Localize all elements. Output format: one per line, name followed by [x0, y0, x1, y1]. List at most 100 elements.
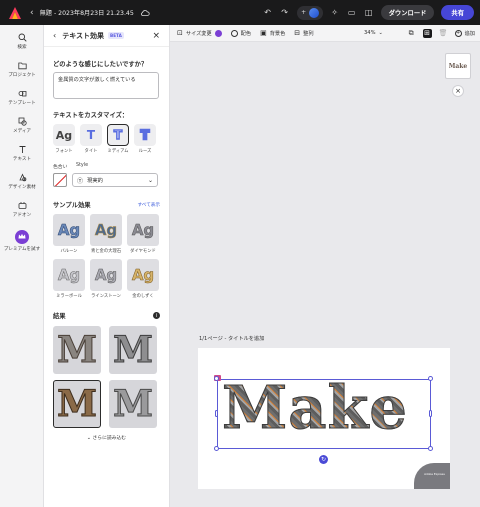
top-bar: ‹ 無題 - 2023年8月23日 21.23.45 ↶ ↷ + ✧ ▭ ◫ ダ… [0, 0, 480, 25]
close-thumbnails-icon[interactable]: × [452, 85, 464, 97]
arrange-icon: ⊟ [294, 29, 301, 37]
resize-icon: ⊡ [177, 29, 183, 37]
style-option-label: ルーズ [138, 149, 152, 154]
resize-handle-br[interactable] [428, 446, 433, 451]
add-person-icon: + [301, 9, 307, 16]
sample-balloon[interactable]: Ag バルーン [53, 214, 85, 254]
rail-item-media[interactable]: メディア [0, 117, 44, 134]
info-icon[interactable]: i [153, 312, 160, 319]
back-icon[interactable]: ‹ [30, 8, 34, 18]
trash-icon[interactable]: 🗑 [439, 29, 448, 38]
color-label: 色合い [53, 165, 68, 170]
sample-label: 青と金の大理石 [90, 249, 122, 254]
result-option-2[interactable]: M [109, 326, 157, 374]
close-icon[interactable]: × [152, 31, 160, 41]
rail-item-addons[interactable]: アドオン [0, 201, 44, 218]
rail-item-templates[interactable]: テンプレート [0, 89, 44, 106]
adobe-express-logo-icon[interactable] [8, 6, 22, 20]
rail-item-design-assets[interactable]: デザイン素材 [0, 173, 44, 190]
arrange-button[interactable]: ⊟ 整列 [294, 29, 313, 37]
cloud-sync-icon [140, 9, 150, 16]
result-glyph: M [113, 329, 154, 371]
resize-handle-left[interactable] [215, 410, 218, 417]
color-style-controls: Ⓣ 現実的 ⌄ [53, 173, 160, 187]
style-option-tight[interactable]: T タイト [80, 124, 102, 154]
customize-label: テキストをカスタマイズ： [53, 112, 129, 119]
templates-icon [18, 91, 26, 97]
sample-label: ミラーボール [56, 294, 82, 299]
resize-button[interactable]: ⊡ サイズ変更 [177, 29, 222, 37]
style-option-font[interactable]: Ag フォント [53, 124, 75, 154]
result-glyph: M [57, 383, 98, 425]
add-page-button[interactable]: + 追加 [454, 29, 475, 37]
sample-thumb: Ag [127, 259, 159, 291]
loose-glyph: T [140, 127, 151, 144]
style-label: Style [76, 163, 89, 168]
result-option-1[interactable]: M [53, 326, 101, 374]
panel-back-icon[interactable]: ‹ [53, 31, 56, 40]
redo-icon[interactable]: ↷ [280, 8, 290, 18]
panel-header: ‹ テキスト効果 BETA × [44, 25, 169, 47]
color-style-labels: 色合い Style [53, 163, 160, 170]
zoom-value: 34% [364, 30, 376, 36]
rail-item-text[interactable]: テキスト [0, 145, 44, 162]
style-select[interactable]: Ⓣ 現実的 ⌄ [72, 173, 158, 187]
style-option-loose[interactable]: T ルーズ [134, 124, 156, 154]
result-option-4[interactable]: M [109, 380, 157, 428]
comment-icon[interactable]: ▭ [347, 8, 357, 18]
duplicate-icon[interactable]: ⧉ [407, 29, 416, 38]
color-scheme-button[interactable]: 配色 [230, 29, 251, 37]
sample-thumb: Ag [90, 214, 122, 246]
tight-preview: T [80, 124, 102, 146]
sample-rhinestone[interactable]: Ag ラインストーン [90, 259, 122, 299]
background-color-button[interactable]: ▣ 背景色 [260, 29, 285, 37]
crown-icon [15, 230, 29, 244]
rail-label: アドオン [12, 213, 32, 218]
medium-glyph: T [113, 127, 123, 143]
font-glyph: Ag [55, 128, 73, 142]
collaborators-button[interactable]: + [296, 5, 323, 20]
page-thumbnail[interactable]: Make [445, 53, 471, 79]
design-canvas[interactable]: Make ↻ Adobe Express [198, 348, 450, 489]
document-title[interactable]: 無題 - 2023年8月23日 21.23.45 [40, 8, 134, 17]
text-icon [19, 146, 25, 153]
rail-item-search[interactable]: 検索 [0, 33, 44, 50]
show-all-link[interactable]: すべて表示 [138, 202, 160, 208]
resize-handle-bl[interactable] [214, 446, 219, 451]
medium-preview: T [107, 124, 129, 146]
addons-icon [18, 202, 26, 209]
zoom-control[interactable]: 34% ⌄ [364, 30, 383, 36]
undo-icon[interactable]: ↶ [263, 8, 273, 18]
sample-blue-gold-marble[interactable]: Ag 青と金の大理石 [90, 214, 122, 254]
style-option-medium[interactable]: T ミディアム [107, 124, 129, 154]
rail-item-projects[interactable]: プロジェクト [0, 61, 44, 78]
search-icon [18, 33, 27, 42]
result-option-3[interactable]: M [53, 380, 101, 428]
beta-badge: BETA [108, 32, 124, 39]
sample-thumb: Ag [90, 259, 122, 291]
page-label[interactable]: 1/1ページ - タイトルを追加 [199, 335, 264, 342]
pages-icon[interactable]: ⊞ [422, 28, 432, 38]
left-rail: 検索 プロジェクト テンプレート メディア テキスト デザイン素材 アドオン プ… [0, 25, 44, 507]
resize-handle-tl[interactable] [214, 376, 219, 381]
sample-gold-drops[interactable]: Ag 金のしずく [127, 259, 159, 299]
rail-label: 検索 [17, 45, 27, 50]
load-more-button[interactable]: ⌄ さらに読み込む [53, 434, 160, 441]
prompt-label: どのような感じにしたいですか？ [53, 61, 148, 68]
sample-mirror-ball[interactable]: Ag ミラーボール [53, 259, 85, 299]
arrange-label: 整列 [303, 30, 314, 37]
sample-diamond[interactable]: Ag ダイヤモンド [127, 214, 159, 254]
color-swatch-none[interactable] [53, 173, 67, 187]
resize-handle-right[interactable] [429, 410, 432, 417]
sample-label: ラインストーン [91, 294, 121, 299]
lightbulb-icon[interactable]: ✧ [330, 8, 340, 18]
results-label: 結果 [53, 313, 66, 320]
share-button[interactable]: 共有 [441, 5, 474, 20]
sample-thumb: Ag [53, 214, 85, 246]
present-icon[interactable]: ◫ [364, 8, 374, 18]
download-button[interactable]: ダウンロード [380, 5, 435, 20]
resize-handle-tr[interactable] [428, 376, 433, 381]
rotate-handle-icon[interactable]: ↻ [319, 455, 328, 464]
prompt-input[interactable]: 金属質の文字が激しく燃えている [53, 72, 159, 99]
rail-item-premium[interactable]: プレミアムを試す [0, 230, 44, 252]
